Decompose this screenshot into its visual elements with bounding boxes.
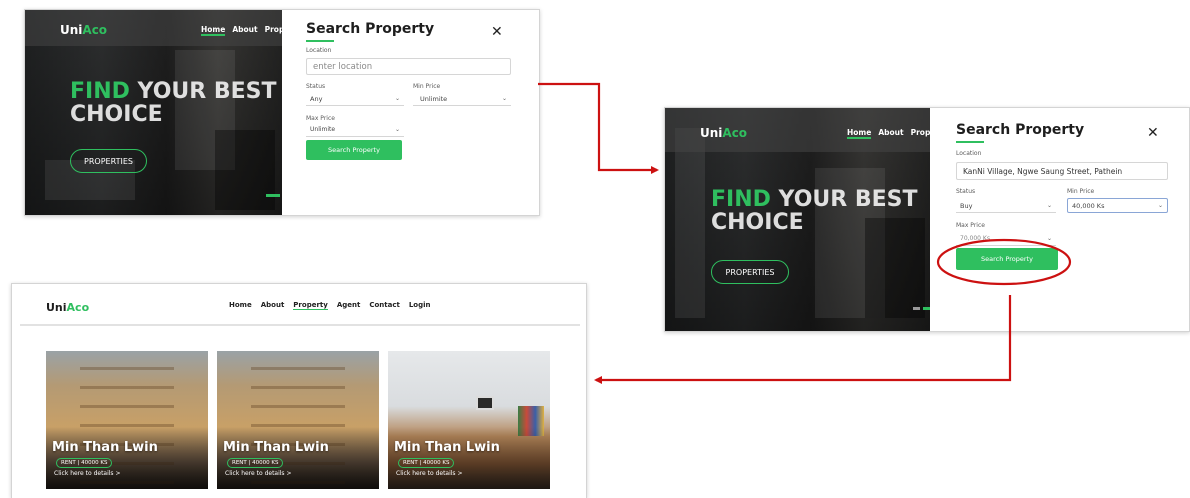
chevron-down-icon: ⌄ bbox=[1046, 201, 1052, 209]
arrow-icon bbox=[538, 82, 659, 174]
nav-about[interactable]: About bbox=[261, 301, 285, 310]
brand-logo[interactable]: UniAco bbox=[60, 23, 107, 37]
hero-nav-links: Home About Prop bbox=[847, 128, 930, 139]
chevron-down-icon: ⌄ bbox=[1157, 201, 1163, 209]
nav-about[interactable]: About bbox=[232, 25, 257, 36]
status-select[interactable]: Buy ⌄ bbox=[956, 199, 1056, 213]
hero-banner: UniAco Home About Prop FIND YOUR BEST CH… bbox=[25, 10, 282, 215]
location-label: Location bbox=[306, 47, 332, 54]
location-input[interactable]: enter location bbox=[306, 58, 511, 75]
property-card[interactable]: Min Than Lwin RENT | 40000 KS Click here… bbox=[388, 351, 550, 489]
property-card[interactable]: Min Than Lwin RENT | 40000 KS Click here… bbox=[46, 351, 208, 489]
min-price-label: Min Price bbox=[1067, 188, 1095, 195]
price-badge: RENT | 40000 KS bbox=[227, 458, 284, 468]
close-icon[interactable]: ✕ bbox=[1147, 125, 1159, 141]
hero-nav-links: Home About Prop bbox=[201, 25, 282, 36]
results-navbar: Home About Property Agent Contact Login bbox=[229, 301, 431, 310]
chevron-down-icon: ⌄ bbox=[1046, 234, 1052, 242]
property-name: Min Than Lwin bbox=[394, 440, 500, 455]
price-badge: RENT | 40000 KS bbox=[56, 458, 113, 468]
slider-indicator[interactable] bbox=[913, 307, 920, 310]
screenshot-results: UniAco Home About Property Agent Contact… bbox=[11, 283, 587, 498]
screenshot-search-empty: UniAco Home About Prop FIND YOUR BEST CH… bbox=[24, 9, 540, 216]
max-price-select[interactable]: Unlimite ⌄ bbox=[306, 123, 404, 137]
max-price-label: Max Price bbox=[306, 115, 335, 122]
min-price-select[interactable]: 40,000 Ks ⌄ bbox=[1067, 198, 1168, 213]
chevron-down-icon: ⌄ bbox=[501, 94, 507, 102]
property-name: Min Than Lwin bbox=[52, 440, 158, 455]
price-badge: RENT | 40000 KS bbox=[398, 458, 455, 468]
slider-indicator[interactable] bbox=[266, 194, 280, 197]
nav-prop[interactable]: Prop bbox=[265, 25, 282, 36]
nav-home[interactable]: Home bbox=[847, 128, 872, 139]
close-icon[interactable]: ✕ bbox=[491, 24, 503, 40]
property-card[interactable]: Min Than Lwin RENT | 40000 KS Click here… bbox=[217, 351, 379, 489]
nav-about[interactable]: About bbox=[878, 128, 903, 139]
min-price-label: Min Price bbox=[413, 83, 441, 90]
properties-button[interactable]: PROPERTIES bbox=[711, 260, 789, 284]
min-price-select[interactable]: Unlimite ⌄ bbox=[413, 92, 511, 106]
brand-logo[interactable]: UniAco bbox=[700, 126, 747, 140]
nav-prop[interactable]: Prop bbox=[911, 128, 930, 139]
nav-agent[interactable]: Agent bbox=[337, 301, 361, 310]
properties-button[interactable]: PROPERTIES bbox=[70, 149, 147, 173]
location-input[interactable]: KanNi Village, Ngwe Saung Street, Pathei… bbox=[956, 162, 1168, 180]
brand-logo[interactable]: UniAco bbox=[46, 301, 89, 314]
search-property-button[interactable]: Search Property bbox=[956, 248, 1058, 270]
hero-headline: FIND YOUR BEST CHOICE bbox=[711, 187, 918, 236]
nav-property[interactable]: Property bbox=[293, 301, 328, 310]
status-select[interactable]: Any ⌄ bbox=[306, 92, 404, 106]
header-divider bbox=[20, 324, 580, 326]
hero-headline: FIND YOUR BEST CHOICE bbox=[70, 79, 277, 128]
chevron-down-icon: ⌄ bbox=[394, 94, 400, 102]
hero-banner: UniAco Home About Prop FIND YOUR BEST CH… bbox=[665, 108, 930, 331]
title-underline bbox=[306, 40, 334, 42]
details-link[interactable]: Click here to details > bbox=[225, 470, 292, 477]
nav-home[interactable]: Home bbox=[229, 301, 252, 310]
search-panel: Search Property ✕ Location enter locatio… bbox=[282, 10, 539, 215]
search-title: Search Property bbox=[956, 122, 1085, 138]
chevron-down-icon: ⌄ bbox=[394, 125, 400, 133]
search-panel: Search Property ✕ Location KanNi Village… bbox=[930, 108, 1189, 331]
status-label: Status bbox=[956, 188, 976, 195]
max-price-select[interactable]: 70,000 Ks ⌄ bbox=[956, 232, 1056, 246]
details-link[interactable]: Click here to details > bbox=[54, 470, 121, 477]
title-underline bbox=[956, 141, 984, 143]
status-label: Status bbox=[306, 83, 326, 90]
nav-home[interactable]: Home bbox=[201, 25, 226, 36]
max-price-label: Max Price bbox=[956, 222, 985, 229]
search-title: Search Property bbox=[306, 21, 435, 37]
details-link[interactable]: Click here to details > bbox=[396, 470, 463, 477]
nav-contact[interactable]: Contact bbox=[369, 301, 400, 310]
screenshot-search-filled: UniAco Home About Prop FIND YOUR BEST CH… bbox=[664, 107, 1190, 332]
search-property-button[interactable]: Search Property bbox=[306, 140, 402, 160]
slider-indicator-active[interactable] bbox=[923, 307, 930, 310]
workflow-figure: UniAco Home About Prop FIND YOUR BEST CH… bbox=[0, 0, 1190, 498]
nav-login[interactable]: Login bbox=[409, 301, 431, 310]
location-label: Location bbox=[956, 150, 982, 157]
property-name: Min Than Lwin bbox=[223, 440, 329, 455]
